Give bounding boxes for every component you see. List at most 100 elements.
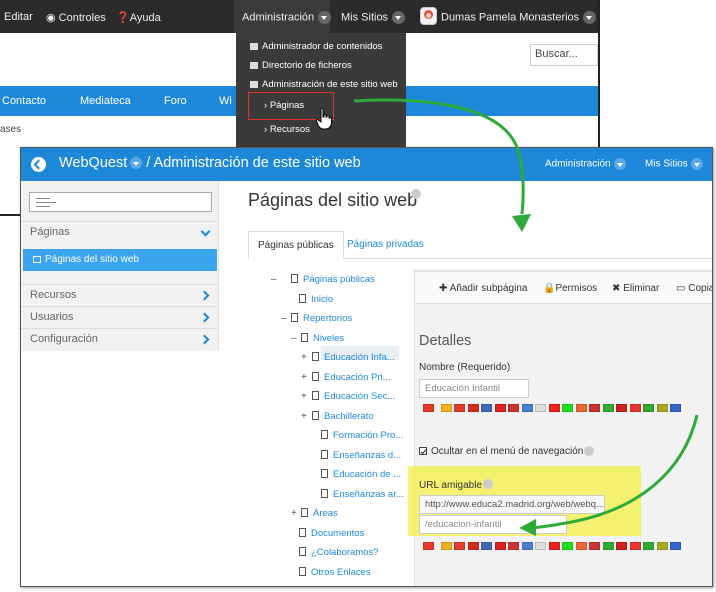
nav-item-foro[interactable]: Foro [164, 95, 187, 107]
header-admin-menu[interactable]: Administración [545, 158, 626, 170]
tree-item[interactable]: Educación Pri... [312, 371, 391, 383]
language-flag-icon[interactable] [535, 542, 546, 550]
dropdown-subitem-resources[interactable]: › Recursos [264, 124, 310, 135]
copy-button[interactable]: ▭ Copia [676, 283, 712, 294]
admin-menu[interactable]: Administración [242, 11, 332, 24]
tab-private-pages[interactable]: Páginas privadas [338, 231, 433, 259]
sidebar-section-pages[interactable]: Páginas [21, 221, 218, 243]
tree-item[interactable]: Bachillerato [312, 410, 374, 422]
tree-item[interactable]: Educación de ... [321, 469, 401, 480]
language-flag-icon[interactable] [589, 404, 600, 412]
nav-item-contacto[interactable]: Contacto [2, 95, 46, 107]
language-flag-icon[interactable] [454, 404, 465, 412]
tree-item[interactable]: Niveles [301, 332, 344, 344]
tree-item[interactable]: Formación Pro... [321, 430, 403, 441]
user-menu[interactable]: Dumas Pamela Monasterios [441, 11, 597, 24]
chevron-down-icon[interactable] [130, 157, 143, 170]
dropdown-item-site-admin[interactable]: Administración de este sitio web [250, 79, 398, 90]
language-flag-icon[interactable] [508, 404, 519, 412]
tree-item[interactable]: Documentos [299, 527, 364, 539]
tree-toggle[interactable]: – [291, 333, 297, 344]
language-flag-icon[interactable] [656, 542, 668, 550]
back-icon[interactable] [31, 157, 46, 172]
tree-item[interactable]: Enseñanzas ar... [321, 488, 404, 500]
help-icon[interactable] [411, 189, 421, 199]
tree-item[interactable]: Educación Infa... [312, 352, 395, 363]
nav-item-wiki[interactable]: Wi [219, 95, 232, 107]
add-subpage-button[interactable]: ✚ Añadir subpágina [439, 283, 527, 294]
language-flag-icon[interactable] [440, 542, 452, 550]
language-flag-icon[interactable] [670, 542, 681, 550]
dropdown-item-file-directory[interactable]: Directorio de ficheros [250, 60, 352, 71]
tree-item[interactable]: Repertorios [291, 313, 352, 324]
sidebar-search-input[interactable] [29, 192, 212, 212]
tree-item[interactable]: Inicio [299, 293, 333, 305]
nav-item-mediateca[interactable]: Mediateca [80, 95, 131, 107]
language-flag-icon[interactable] [643, 542, 654, 550]
tree-toggle[interactable]: + [301, 372, 307, 383]
language-flag-icon[interactable] [656, 404, 668, 412]
language-flag-icon[interactable] [629, 404, 641, 412]
tree-toggle[interactable]: + [301, 411, 307, 422]
language-flag-icon[interactable] [575, 542, 587, 550]
language-flag-icon[interactable] [440, 404, 452, 412]
tree-item[interactable]: Áreas [301, 508, 338, 519]
help-icon[interactable] [483, 479, 493, 489]
tree-toggle[interactable]: + [301, 391, 307, 402]
language-flag-icon[interactable] [423, 404, 434, 412]
language-flag-icon[interactable] [467, 542, 479, 550]
language-flag-icon[interactable] [575, 404, 587, 412]
tree-toggle[interactable]: – [271, 274, 277, 285]
hide-in-nav-checkbox[interactable] [419, 447, 427, 455]
language-flag-icon[interactable] [481, 404, 492, 412]
header-my-sites-menu[interactable]: Mis Sitios [645, 158, 703, 170]
tab-public-pages[interactable]: Páginas públicas [248, 231, 344, 259]
tree-toggle[interactable]: + [301, 352, 307, 363]
language-flag-icon[interactable] [423, 542, 434, 550]
language-flag-icon[interactable] [494, 404, 506, 412]
controls-button[interactable]: ◉ Controles [46, 11, 106, 24]
language-flag-icon[interactable] [602, 404, 614, 412]
help-icon[interactable] [584, 446, 594, 456]
language-flag-icon[interactable] [535, 404, 546, 412]
language-flag-icon[interactable] [548, 542, 560, 550]
language-flag-icon[interactable] [589, 542, 600, 550]
tree-toggle[interactable]: – [281, 313, 287, 324]
sidebar-section-resources[interactable]: Recursos [21, 284, 218, 306]
language-flag-icon[interactable] [494, 542, 506, 550]
tree-item[interactable]: Educación Sec... [312, 391, 395, 402]
language-flag-icon[interactable] [562, 542, 573, 550]
site-name[interactable]: WebQuest [59, 155, 127, 171]
language-flag-icon[interactable] [670, 404, 681, 412]
friendly-url-input[interactable]: /educacion-infantil [419, 515, 567, 534]
language-flag-icon[interactable] [508, 542, 519, 550]
sidebar-section-configuration[interactable]: Configuración [21, 328, 218, 350]
language-flag-icon[interactable] [548, 404, 560, 412]
tree-toggle[interactable]: + [291, 508, 297, 519]
tree-item[interactable]: Enseñanzas d... [321, 449, 401, 461]
help-button[interactable]: ❓Ayuda [116, 11, 161, 24]
tree-item[interactable]: Páginas públicas [291, 274, 375, 285]
tree-item[interactable]: ¿Colaboramos? [299, 547, 379, 558]
language-flag-icon[interactable] [454, 542, 465, 550]
language-flag-icon[interactable] [521, 542, 533, 550]
tree-item[interactable]: Otros Enlaces [299, 566, 371, 578]
language-flag-icon[interactable] [562, 404, 573, 412]
language-flag-icon[interactable] [602, 542, 614, 550]
dropdown-item-content-admin[interactable]: Administrador de contenidos [250, 41, 382, 52]
name-field[interactable]: Educación Infantil [419, 379, 529, 398]
avatar[interactable] [420, 7, 437, 25]
edit-button[interactable]: Editar [4, 11, 33, 23]
language-flag-icon[interactable] [643, 404, 654, 412]
language-flag-icon[interactable] [629, 542, 641, 550]
permissions-button[interactable]: 🔒Permisos [543, 283, 597, 294]
my-sites-menu[interactable]: Mis Sitios [341, 11, 406, 24]
language-flag-icon[interactable] [616, 404, 627, 412]
sidebar-section-users[interactable]: Usuarios [21, 306, 218, 328]
language-flag-icon[interactable] [481, 542, 492, 550]
language-flag-icon[interactable] [616, 542, 627, 550]
delete-button[interactable]: ✖ Eliminar [612, 283, 659, 294]
sidebar-item-site-pages[interactable]: Páginas del sitio web [23, 249, 217, 271]
language-flag-icon[interactable] [521, 404, 533, 412]
search-input[interactable]: Buscar... [530, 44, 598, 66]
